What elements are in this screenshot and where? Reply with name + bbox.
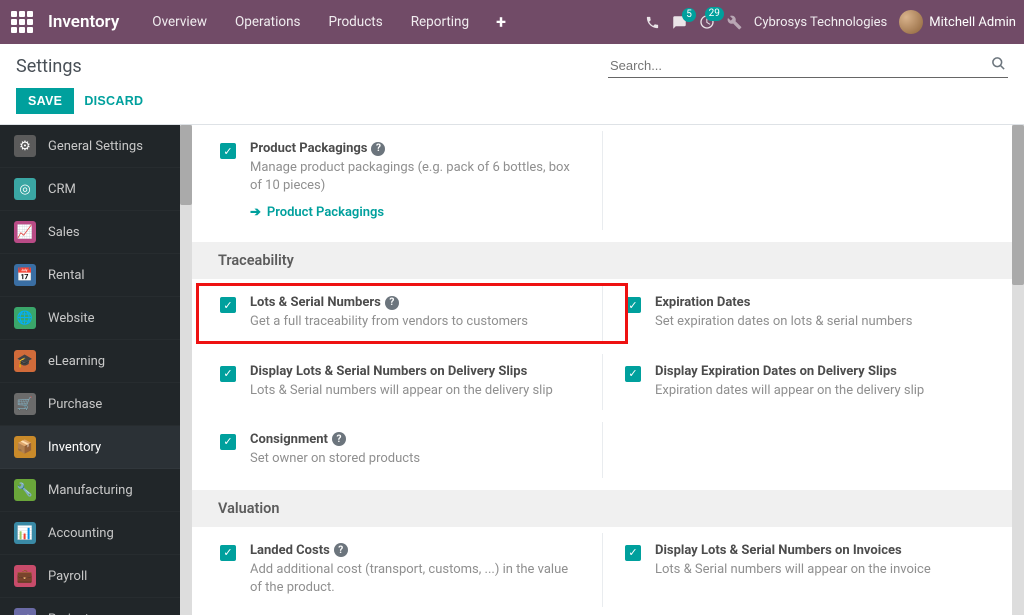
app-brand[interactable]: Inventory [48,12,119,32]
section-valuation: Valuation [192,490,1012,527]
sidebar-item-label: Inventory [48,440,101,455]
help-icon[interactable]: ? [385,296,399,310]
sidebar-item-manufacturing[interactable]: 🔧 Manufacturing [0,469,180,512]
sidebar-item-label: Project [48,612,89,615]
company-selector[interactable]: Cybrosys Technologies [754,15,887,30]
sidebar-scrollbar[interactable] [180,125,192,615]
sidebar-icon: 💼 [14,565,36,587]
top-navbar: Inventory Overview Operations Products R… [0,0,1024,44]
avatar [899,10,923,34]
sidebar-item-purchase[interactable]: 🛒 Purchase [0,383,180,426]
settings-content: ✓ Product Packagings ? Manage product pa… [192,125,1012,615]
phone-icon[interactable] [645,15,660,30]
control-panel: Settings SAVE DISCARD [0,44,1024,125]
sidebar-item-label: Payroll [48,569,87,584]
setting-packagings-desc: Manage product packagings (e.g. pack of … [250,159,580,195]
activity-badge: 29 [705,7,724,21]
sidebar-item-label: Accounting [48,526,114,541]
checkbox-display-invoice[interactable]: ✓ [625,545,641,561]
checkbox-product-packagings[interactable]: ✓ [220,143,236,159]
apps-icon[interactable] [8,8,36,36]
checkbox-landed[interactable]: ✓ [220,545,236,561]
setting-packagings-title: Product Packagings [250,141,367,156]
user-menu[interactable]: Mitchell Admin [899,10,1016,34]
sidebar-item-accounting[interactable]: 📊 Accounting [0,512,180,555]
sidebar-item-label: Purchase [48,397,102,412]
setting-display-delivery-desc: Lots & Serial numbers will appear on the… [250,382,580,400]
help-icon[interactable]: ? [332,432,346,446]
sidebar-item-project[interactable]: ✔Project [0,598,180,615]
search-icon[interactable] [991,56,1006,71]
setting-expiration-desc: Set expiration dates on lots & serial nu… [655,313,984,331]
setting-expiration-title: Expiration Dates [655,295,750,310]
nav-products[interactable]: Products [316,6,396,38]
nav-reporting[interactable]: Reporting [398,6,482,38]
checkbox-expiration[interactable]: ✓ [625,297,641,313]
search-input[interactable] [608,54,1008,77]
checkbox-display-expiry-delivery[interactable]: ✓ [625,366,641,382]
sidebar-icon: 🔧 [14,479,36,501]
page-title: Settings [16,56,82,77]
nav-menu: Overview Operations Products Reporting + [139,6,518,38]
settings-sidebar: ⚙ General Settings ◎ CRM 📈 Sales 📅 Rental 🌐 Websi… [0,125,180,615]
sidebar-icon: ⚙ [14,135,36,157]
nav-add-icon[interactable]: + [484,8,518,37]
setting-display-expiry-delivery-desc: Expiration dates will appear on the deli… [655,382,984,400]
sidebar-item-label: Sales [48,225,80,240]
nav-operations[interactable]: Operations [222,6,314,38]
sidebar-item-label: eLearning [48,354,105,369]
sidebar-item-crm[interactable]: ◎ CRM [0,168,180,211]
content-scrollbar[interactable] [1012,125,1024,615]
sidebar-icon: 📅 [14,264,36,286]
setting-landed-desc: Add additional cost (transport, customs,… [250,561,580,597]
checkbox-display-delivery[interactable]: ✓ [220,366,236,382]
sidebar-item-label: CRM [48,182,76,197]
sidebar-item-website[interactable]: 🌐 Website [0,297,180,340]
sidebar-icon: 📦 [14,436,36,458]
help-icon[interactable]: ? [334,543,348,557]
setting-consignment-title: Consignment [250,432,328,447]
sidebar-item-general-settings[interactable]: ⚙ General Settings [0,125,180,168]
search-container [608,54,1008,78]
setting-display-invoice-desc: Lots & Serial numbers will appear on the… [655,561,984,579]
sidebar-item-sales[interactable]: 📈 Sales [0,211,180,254]
sidebar-item-payroll[interactable]: 💼 Payroll [0,555,180,598]
sidebar-item-label: Manufacturing [48,483,133,498]
sidebar-item-label: General Settings [48,139,143,154]
help-icon[interactable]: ? [371,142,385,156]
sidebar-icon: 📈 [14,221,36,243]
section-traceability: Traceability [192,242,1012,279]
setting-consignment-desc: Set owner on stored products [250,450,580,468]
checkbox-consignment[interactable]: ✓ [220,434,236,450]
sidebar-icon: 🌐 [14,307,36,329]
nav-overview[interactable]: Overview [139,6,220,38]
sidebar-icon: 📊 [14,522,36,544]
link-product-packagings[interactable]: ➔ Product Packagings [250,205,384,220]
arrow-right-icon: ➔ [250,205,261,220]
setting-display-invoice-title: Display Lots & Serial Numbers on Invoice… [655,543,902,558]
sidebar-item-label: Website [48,311,95,326]
chat-icon[interactable]: 5 [672,15,687,30]
discard-button[interactable]: DISCARD [84,94,143,108]
sidebar-icon: 🎓 [14,350,36,372]
setting-display-delivery-title: Display Lots & Serial Numbers on Deliver… [250,364,527,379]
setting-landed-title: Landed Costs [250,543,330,558]
tools-icon[interactable] [727,15,742,30]
user-name: Mitchell Admin [929,15,1016,30]
checkbox-lots[interactable]: ✓ [220,297,236,313]
sidebar-item-label: Rental [48,268,85,283]
setting-display-expiry-delivery-title: Display Expiration Dates on Delivery Sli… [655,364,897,379]
save-button[interactable]: SAVE [16,88,74,114]
sidebar-item-elearning[interactable]: 🎓 eLearning [0,340,180,383]
chat-badge: 5 [682,8,696,22]
setting-lots-desc: Get a full traceability from vendors to … [250,313,580,331]
sidebar-item-rental[interactable]: 📅 Rental [0,254,180,297]
setting-lots-title: Lots & Serial Numbers [250,295,381,310]
sidebar-icon: 🛒 [14,393,36,415]
sidebar-item-inventory[interactable]: 📦 Inventory [0,426,180,469]
sidebar-icon: ◎ [14,178,36,200]
activity-icon[interactable]: 29 [699,14,715,30]
